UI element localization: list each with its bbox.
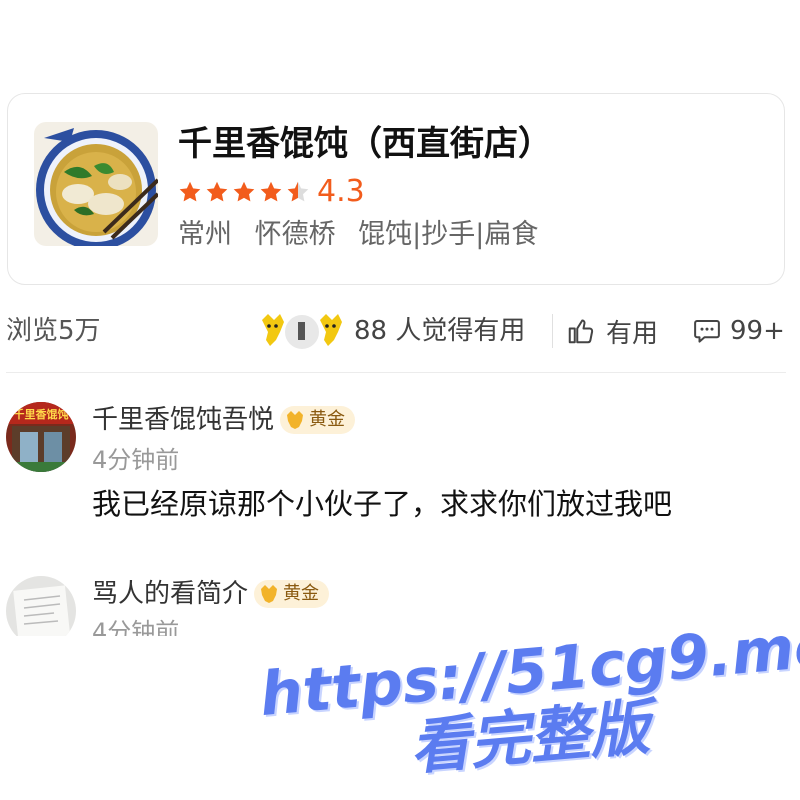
stats-row: 浏览5万 88 人觉得有用 有用 99+ [0, 308, 800, 354]
comment-text: 我已经原谅那个小伙子了，求求你们放过我吧 [92, 487, 673, 521]
comment-item: 骂人的看简介 黄金 4分钟前 [0, 574, 800, 646]
storefront-sign-logo: 千里香馄饨 [14, 407, 69, 421]
tag-city: 常州 [178, 219, 232, 250]
helpful-count: 88 人觉得有用 [354, 316, 526, 346]
username[interactable]: 千里香馄饨吾悦 [92, 402, 274, 438]
shop-thumbnail [34, 122, 158, 246]
section-divider [6, 372, 786, 373]
rating-stars [178, 180, 313, 204]
divider [552, 314, 553, 348]
star-icon [260, 181, 282, 202]
comment-user: 千里香馄饨吾悦 黄金 [92, 402, 356, 438]
thumbs-up-icon [568, 319, 594, 344]
rating-value: 4.3 [317, 174, 365, 209]
star-icon [233, 181, 255, 202]
gold-badge-icon [261, 585, 278, 603]
half-star-icon [287, 181, 309, 202]
helpful-avatars [258, 310, 346, 352]
comment-user: 骂人的看简介 黄金 [92, 576, 330, 612]
badge-label: 黄金 [283, 583, 320, 604]
star-icon [206, 181, 228, 202]
star-icon [179, 181, 201, 202]
comment-button[interactable]: 99+ [692, 308, 785, 354]
avatar-icon [320, 314, 342, 346]
avatar[interactable]: 千里香馄饨 [6, 402, 76, 472]
rating-row: 4.3 [178, 172, 365, 212]
shop-card[interactable]: 千里香馄饨（西直街店） 4.3 常州 怀德桥 馄饨|抄手|扁食 [7, 93, 785, 285]
comment-count: 99+ [730, 316, 785, 346]
gold-badge: 黄金 [254, 580, 330, 608]
views-count: 浏览5万 [6, 316, 101, 346]
comment-item: 千里香馄饨 千里香馄饨吾悦 黄金 4分钟前 我已经原谅那个小伙子了，求求你们放过… [0, 400, 800, 540]
tag-area: 怀德桥 [254, 219, 336, 250]
gold-badge: 黄金 [280, 406, 356, 434]
comment-icon [694, 320, 720, 343]
comment-time: 4分钟前 [92, 446, 180, 474]
shop-name[interactable]: 千里香馄饨（西直街店） [178, 122, 552, 166]
avatar-icon [262, 314, 284, 346]
comment-time: 4分钟前 [92, 618, 180, 636]
shop-tags: 常州 怀德桥 馄饨|抄手|扁食 [178, 216, 538, 254]
useful-button[interactable]: 有用 [566, 308, 658, 354]
content-cutoff [0, 636, 800, 800]
username[interactable]: 骂人的看简介 [92, 576, 248, 612]
useful-label: 有用 [606, 318, 659, 349]
svg-text:千里香馄饨: 千里香馄饨 [14, 407, 69, 421]
badge-label: 黄金 [309, 409, 346, 430]
gold-badge-icon [287, 411, 304, 429]
tag-category: 馄饨|抄手|扁食 [358, 219, 539, 250]
